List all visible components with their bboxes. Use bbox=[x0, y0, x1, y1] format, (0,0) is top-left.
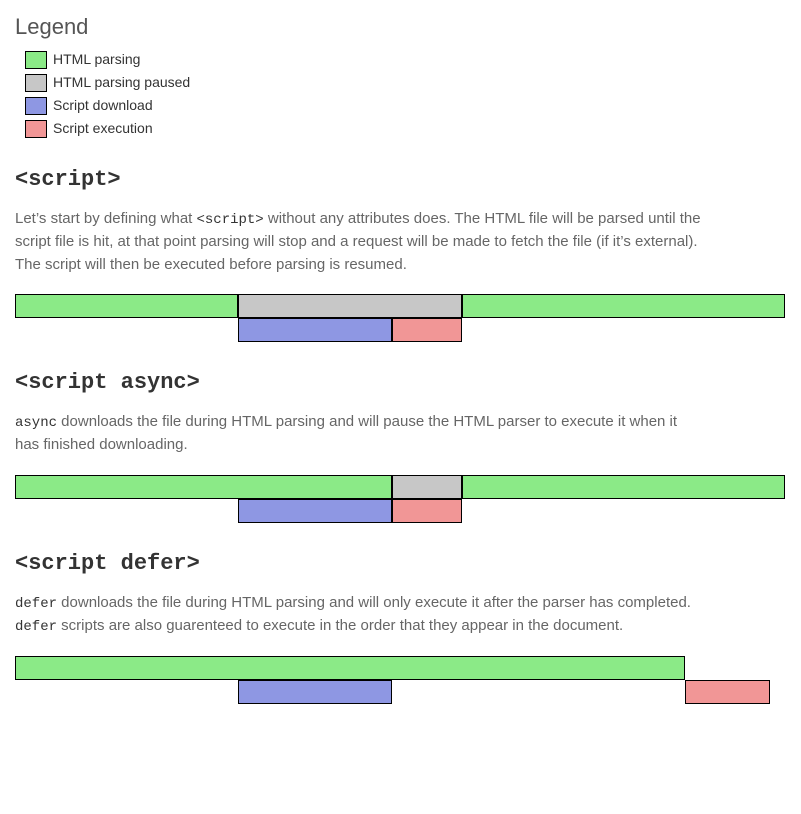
timeline-bar bbox=[392, 475, 461, 499]
timeline-bar bbox=[462, 294, 785, 318]
timeline-bar bbox=[15, 294, 238, 318]
timeline-bar bbox=[392, 499, 461, 523]
timeline-bar bbox=[238, 499, 392, 523]
para-text: downloads the file during HTML parsing a… bbox=[57, 594, 691, 611]
legend-label: Script download bbox=[53, 95, 153, 116]
timeline-bar bbox=[238, 294, 461, 318]
code-inline: <script> bbox=[197, 212, 264, 228]
legend-swatch-html-parsing bbox=[25, 51, 47, 69]
code-inline: defer bbox=[15, 596, 57, 612]
section-title-defer: <script defer> bbox=[15, 547, 786, 580]
section-para-defer: defer downloads the file during HTML par… bbox=[15, 592, 705, 638]
legend-swatch-script-execution bbox=[25, 120, 47, 138]
section-title-async: <script async> bbox=[15, 366, 786, 399]
timeline-row bbox=[15, 294, 785, 318]
section-para-async: async downloads the file during HTML par… bbox=[15, 411, 705, 457]
legend-item: HTML parsing paused bbox=[15, 72, 786, 93]
code-inline: async bbox=[15, 415, 57, 431]
legend-item: Script execution bbox=[15, 118, 786, 139]
para-text: downloads the file during HTML parsing a… bbox=[15, 413, 677, 453]
timeline-bar bbox=[15, 475, 392, 499]
timeline-script bbox=[15, 294, 785, 342]
timeline-bar bbox=[15, 656, 685, 680]
legend-list: HTML parsing HTML parsing paused Script … bbox=[15, 49, 786, 139]
timeline-row bbox=[15, 318, 785, 342]
timeline-bar bbox=[685, 680, 770, 704]
timeline-bar bbox=[392, 318, 461, 342]
timeline-row bbox=[15, 680, 785, 704]
legend-label: HTML parsing paused bbox=[53, 72, 190, 93]
timeline-defer bbox=[15, 656, 785, 704]
timeline-bar bbox=[238, 680, 392, 704]
timeline-bar bbox=[462, 475, 785, 499]
legend-swatch-html-parsing-paused bbox=[25, 74, 47, 92]
timeline-row bbox=[15, 475, 785, 499]
timeline-row bbox=[15, 499, 785, 523]
section-para-script: Let’s start by defining what <script> wi… bbox=[15, 208, 705, 276]
para-text: Let’s start by defining what bbox=[15, 210, 197, 227]
legend-item: Script download bbox=[15, 95, 786, 116]
timeline-row bbox=[15, 656, 785, 680]
timeline-bar bbox=[238, 318, 392, 342]
legend-title: Legend bbox=[15, 10, 786, 43]
legend-label: Script execution bbox=[53, 118, 153, 139]
timeline-async bbox=[15, 475, 785, 523]
para-text: scripts are also guarenteed to execute i… bbox=[57, 617, 623, 634]
legend-swatch-script-download bbox=[25, 97, 47, 115]
code-inline: defer bbox=[15, 619, 57, 635]
legend-item: HTML parsing bbox=[15, 49, 786, 70]
section-title-script: <script> bbox=[15, 163, 786, 196]
legend-label: HTML parsing bbox=[53, 49, 140, 70]
